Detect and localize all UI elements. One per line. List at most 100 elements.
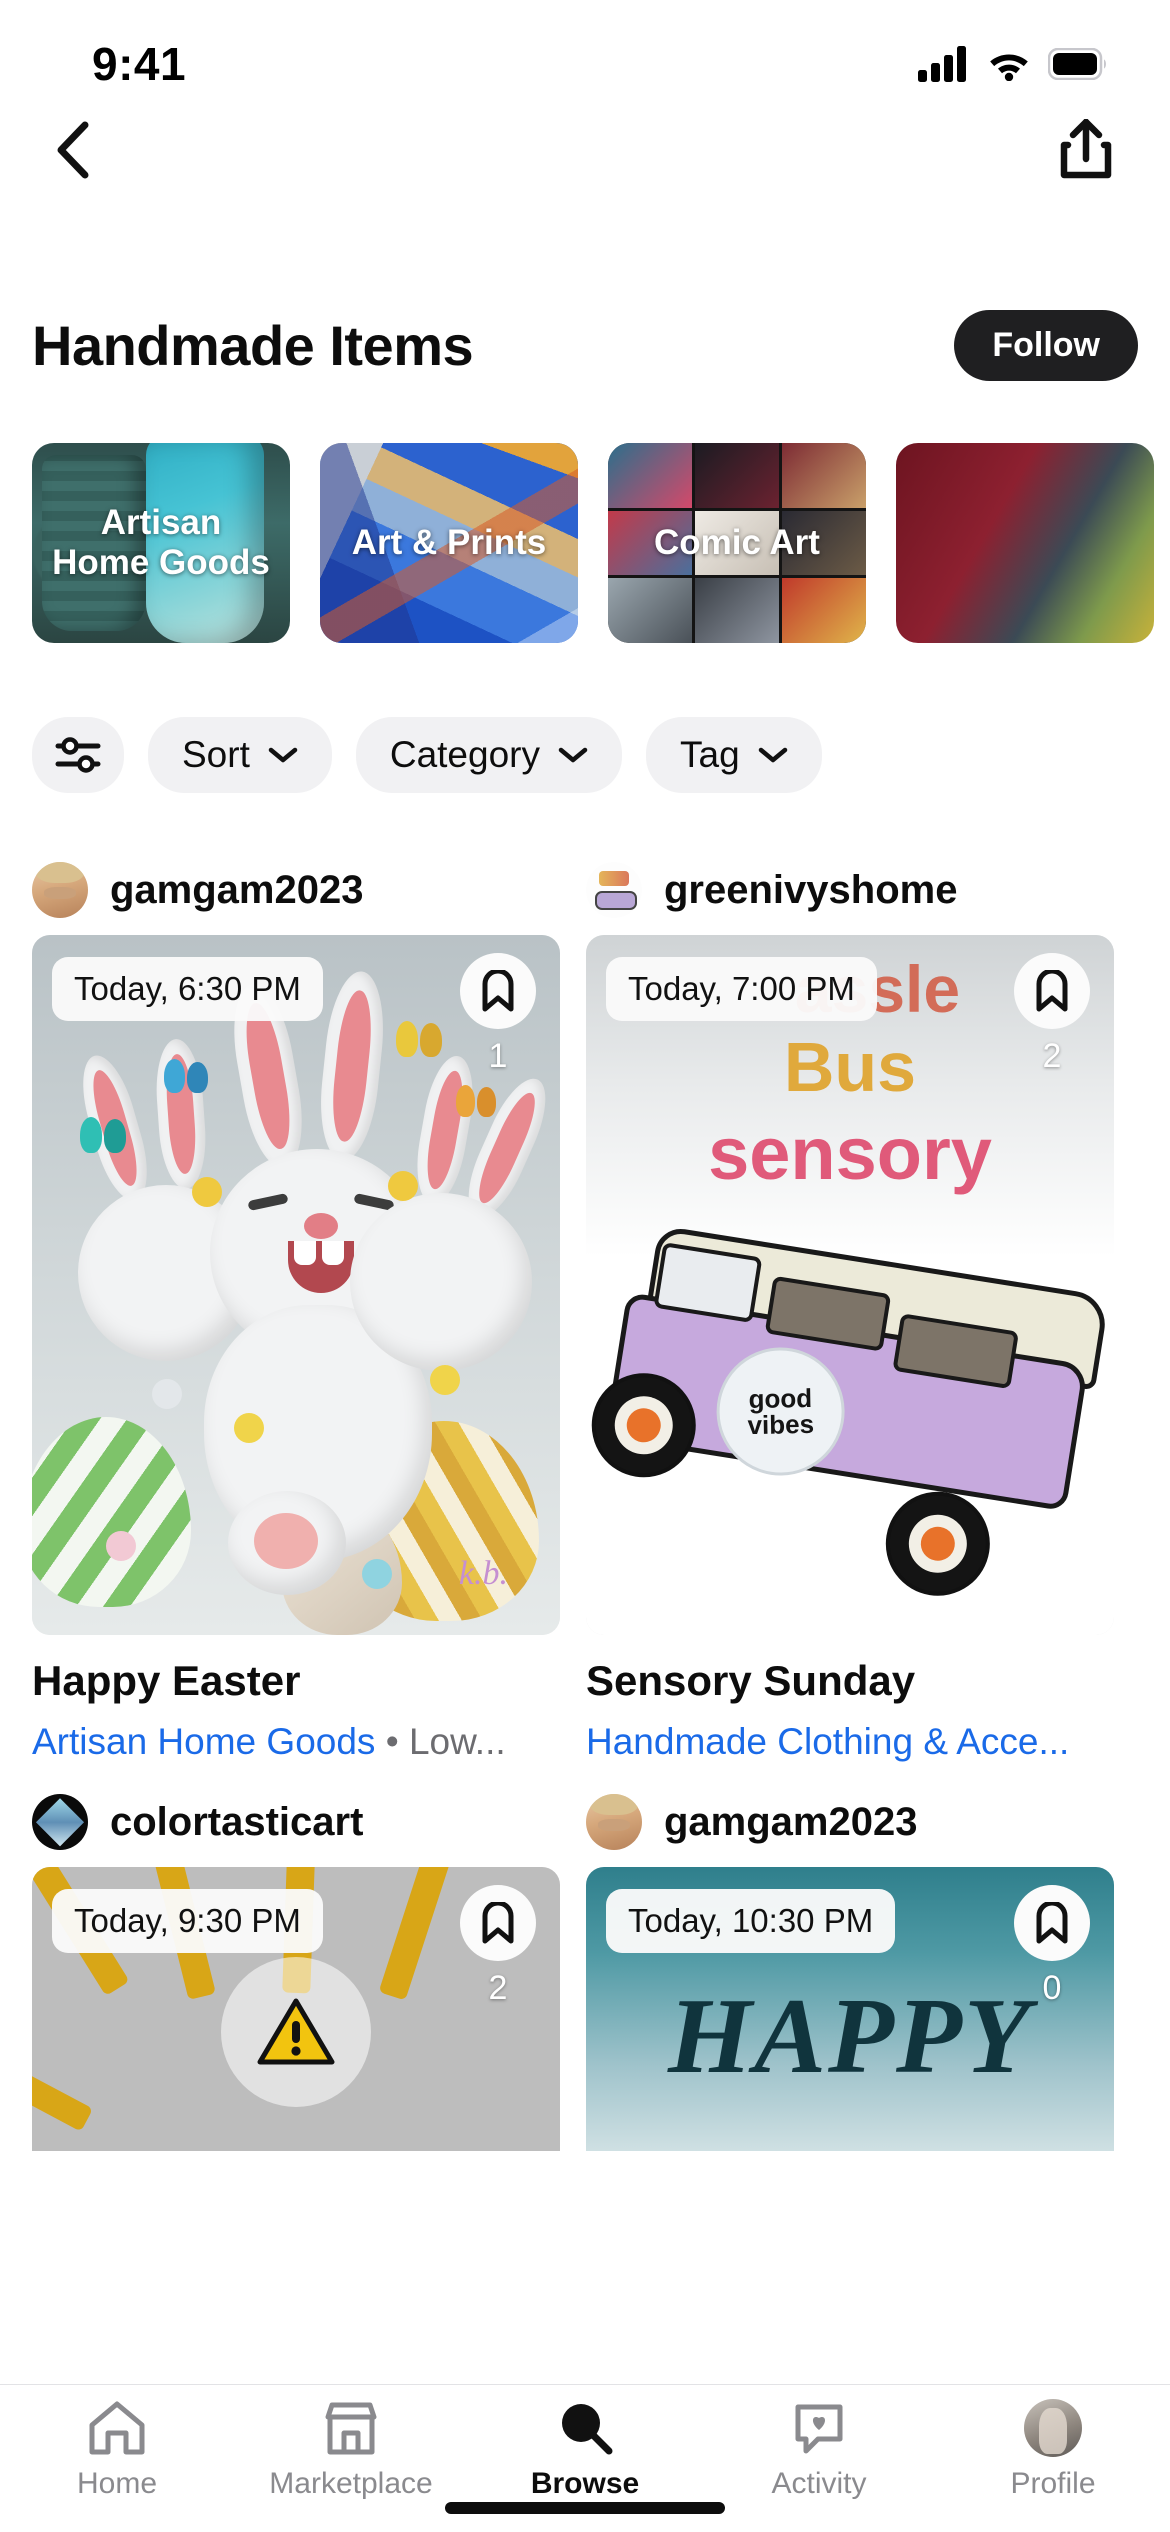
tab-profile[interactable]: Profile xyxy=(936,2399,1170,2501)
bunny-paw-pad xyxy=(254,1513,318,1569)
share-button[interactable] xyxy=(1054,118,1118,182)
filter-chip-label: Category xyxy=(389,734,540,775)
post-card[interactable]: gamgam2023 HAPPY Today, 10:30 PM 0 xyxy=(586,1777,1114,2151)
sun-ray xyxy=(378,1867,454,2001)
bunny-tooth xyxy=(294,1241,316,1265)
page-title: Handmade Items xyxy=(32,314,474,377)
feed-row: gamgam2023 k.b. Today, 6:30 PM 1 Happy E… xyxy=(0,845,1170,1763)
category-card-label: Comic Art xyxy=(654,523,820,563)
category-card-art-and-prints[interactable]: Art & Prints xyxy=(320,443,578,643)
post-username[interactable]: greenivyshome xyxy=(664,868,957,913)
avatar[interactable] xyxy=(586,1794,642,1850)
post-meta: Handmade Clothing & Acce... xyxy=(586,1721,1114,1763)
follow-button[interactable]: Follow xyxy=(954,310,1138,381)
sliders-icon xyxy=(55,737,101,773)
bookmark-button[interactable] xyxy=(1014,1885,1090,1961)
post-author-row[interactable]: gamgam2023 xyxy=(32,845,560,935)
warning-triangle-icon xyxy=(257,1998,335,2065)
avatar[interactable] xyxy=(586,862,642,918)
category-card-comic-art[interactable]: Comic Art xyxy=(608,443,866,643)
post-image[interactable]: HAPPY Today, 10:30 PM 0 xyxy=(586,1867,1114,2151)
filter-chip-label: Sort xyxy=(182,734,250,775)
tab-activity[interactable]: Activity xyxy=(702,2399,936,2501)
filter-chip-tag[interactable]: Tag xyxy=(646,717,822,793)
post-username[interactable]: colortasticart xyxy=(110,1800,363,1845)
post-author-row[interactable]: gamgam2023 xyxy=(586,1777,1114,1867)
butterfly-orange xyxy=(456,1085,496,1117)
post-time-badge: Today, 6:30 PM xyxy=(52,957,323,1021)
tab-browse[interactable]: Browse xyxy=(468,2399,702,2501)
post-username[interactable]: gamgam2023 xyxy=(664,1800,917,1845)
warning-badge xyxy=(221,1956,371,2107)
category-card-label: Artisan Home Goods xyxy=(32,443,290,643)
bookmark-button[interactable] xyxy=(460,953,536,1029)
post-username[interactable]: gamgam2023 xyxy=(110,868,363,913)
chevron-down-icon xyxy=(558,747,588,763)
avatar[interactable] xyxy=(32,862,88,918)
filter-chip-sort[interactable]: Sort xyxy=(148,717,332,793)
tab-marketplace[interactable]: Marketplace xyxy=(234,2399,468,2501)
category-card-partial[interactable] xyxy=(896,443,1154,643)
status-time: 9:41 xyxy=(92,38,187,90)
category-carousel[interactable]: Artisan Home Goods Art & Prints Comic Art xyxy=(0,443,1170,663)
tab-label: Activity xyxy=(771,2467,867,2500)
bus-illustration: good vibes xyxy=(586,1219,1114,1604)
bookmark-button[interactable] xyxy=(460,1885,536,1961)
post-author-row[interactable]: greenivyshome xyxy=(586,845,1114,935)
chevron-down-icon xyxy=(758,747,787,763)
post-meta-extra: Low... xyxy=(408,1721,506,1762)
bunny-head xyxy=(350,1193,532,1371)
post-image[interactable]: assle Bus sensory good vibes Today, 7:00… xyxy=(586,935,1114,1635)
bookmark-control[interactable]: 0 xyxy=(1010,1885,1094,2008)
post-feed[interactable]: gamgam2023 k.b. Today, 6:30 PM 1 Happy E… xyxy=(0,845,1170,2385)
back-button[interactable] xyxy=(40,118,104,182)
bookmark-icon xyxy=(482,1902,514,1944)
avatar[interactable] xyxy=(32,1794,88,1850)
filter-chip-category[interactable]: Category xyxy=(355,717,622,793)
artwork-word-sensory: sensory xyxy=(708,1112,992,1195)
post-time-badge: Today, 9:30 PM xyxy=(52,1889,323,1953)
category-label-line2: Home Goods xyxy=(52,543,270,582)
category-artwork xyxy=(896,443,1154,643)
post-category-link[interactable]: Artisan Home Goods xyxy=(32,1721,375,1762)
category-card-artisan-home-goods[interactable]: Artisan Home Goods xyxy=(32,443,290,643)
tab-home[interactable]: Home xyxy=(0,2399,234,2501)
egg-green xyxy=(32,1417,192,1607)
bottom-tab-bar: Home Marketplace Browse Activity Profile xyxy=(0,2384,1170,2532)
bookmark-count: 0 xyxy=(1042,1969,1062,2007)
bookmark-control[interactable]: 2 xyxy=(1010,953,1094,1076)
tab-label: Browse xyxy=(530,2467,640,2500)
bookmark-count: 2 xyxy=(1042,1037,1062,1075)
post-card[interactable]: colortasticart Today, 9:30 PM 2 xyxy=(32,1777,560,2151)
bookmark-count: 1 xyxy=(488,1037,508,1075)
post-image[interactable]: k.b. Today, 6:30 PM 1 xyxy=(32,935,560,1635)
bookmark-control[interactable]: 1 xyxy=(456,953,540,1076)
post-card[interactable]: gamgam2023 k.b. Today, 6:30 PM 1 Happy E… xyxy=(32,845,560,1763)
bookmark-icon xyxy=(1036,970,1068,1012)
good-vibes-badge: good vibes xyxy=(714,1346,845,1477)
home-icon xyxy=(89,2401,145,2455)
status-bar: 9:41 xyxy=(0,0,1170,100)
post-category-link[interactable]: Handmade Clothing & Acce... xyxy=(586,1721,1069,1762)
nav-bar xyxy=(0,100,1170,200)
chevron-left-icon xyxy=(57,121,89,179)
flower xyxy=(152,1379,182,1409)
filter-settings-button[interactable] xyxy=(32,717,124,793)
flower xyxy=(106,1531,136,1561)
category-label-line1: Artisan xyxy=(100,503,222,543)
bookmark-control[interactable]: 2 xyxy=(456,1885,540,2008)
bookmark-count: 2 xyxy=(488,1969,508,2007)
tab-label: Profile xyxy=(1010,2467,1096,2500)
share-up-icon xyxy=(1060,119,1112,179)
bunny-ear xyxy=(314,968,390,1164)
post-time-badge: Today, 10:30 PM xyxy=(606,1889,896,1953)
post-author-row[interactable]: colortasticart xyxy=(32,1777,560,1867)
post-meta: Artisan Home Goods • Low... xyxy=(32,1721,560,1763)
bunny-tooth xyxy=(322,1241,344,1265)
tab-label: Home xyxy=(76,2467,158,2500)
post-title: Happy Easter xyxy=(32,1657,301,1704)
post-card[interactable]: greenivyshome assle Bus sensory good vib… xyxy=(586,845,1114,1763)
header-row: Handmade Items Follow xyxy=(0,310,1170,381)
post-image[interactable]: Today, 9:30 PM 2 xyxy=(32,1867,560,2151)
bookmark-button[interactable] xyxy=(1014,953,1090,1029)
